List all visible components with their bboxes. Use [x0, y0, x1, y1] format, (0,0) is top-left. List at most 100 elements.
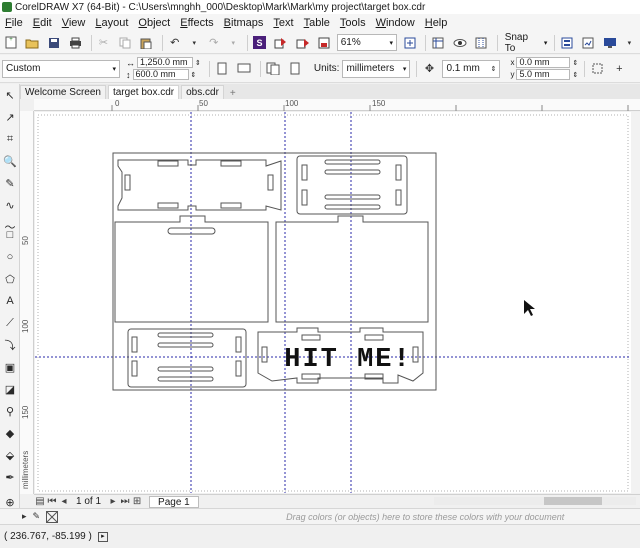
cut-icon[interactable]: ✂ [95, 34, 112, 52]
redo-dropdown-icon[interactable]: ▾ [226, 34, 240, 52]
spin-icon[interactable]: ⇕ [191, 71, 197, 79]
import-icon[interactable] [272, 34, 289, 52]
menu-edit[interactable]: Edit [28, 17, 57, 29]
horizontal-ruler[interactable]: 0 50 100 150 [34, 99, 640, 111]
first-page-icon[interactable]: ⏮ [46, 496, 58, 507]
redo-icon[interactable]: ↷ [205, 34, 222, 52]
palette-arrow-icon[interactable]: ▸ [22, 511, 27, 522]
spin-icon[interactable]: ⇕ [491, 65, 497, 73]
next-page-icon[interactable]: ▸ [107, 496, 119, 507]
menu-table[interactable]: Table [299, 17, 335, 29]
all-pages-icon[interactable] [264, 60, 282, 78]
box-panel-top-left[interactable] [117, 159, 282, 211]
options-icon[interactable] [558, 34, 575, 52]
add-page-icon[interactable]: ⊞ [131, 496, 143, 507]
menu-bitmaps[interactable]: Bitmaps [219, 17, 269, 29]
menu-tools[interactable]: Tools [335, 17, 371, 29]
scrollbar-thumb[interactable] [544, 497, 602, 505]
drawing-canvas[interactable]: HIT ME! [35, 112, 640, 493]
application-launcher-icon[interactable] [580, 34, 597, 52]
menu-object[interactable]: Object [133, 17, 175, 29]
menu-effects[interactable]: Effects [175, 17, 218, 29]
crop-tool-icon[interactable]: ⌗ [2, 131, 18, 147]
menu-file[interactable]: File [0, 17, 28, 29]
show-rulers-icon[interactable] [429, 34, 446, 52]
units-combo[interactable]: millimeters ▾ [342, 59, 411, 78]
current-page-icon[interactable] [286, 60, 304, 78]
duplicate-y-field[interactable]: 5.0 mm [516, 69, 571, 80]
drop-shadow-icon[interactable]: ▣ [2, 359, 18, 375]
add-icon[interactable]: + [610, 60, 628, 78]
launcher-monitor-icon[interactable] [601, 34, 618, 52]
eyedropper-icon[interactable]: ✎ [33, 511, 41, 522]
copy-icon[interactable] [116, 34, 133, 52]
outline-pen-icon[interactable]: ✒ [2, 469, 18, 485]
box-panel-middle-right[interactable] [275, 215, 429, 323]
page-height-field[interactable]: 600.0 mm [132, 69, 189, 80]
parallel-dimension-icon[interactable]: ⟋ [2, 315, 18, 331]
add-tab-icon[interactable]: + [226, 88, 240, 99]
undo-icon[interactable]: ↶ [166, 34, 183, 52]
document-tab[interactable]: target box.cdr [107, 85, 180, 99]
page-width-field[interactable]: 1,250.0 mm [137, 57, 193, 68]
ellipse-tool-icon[interactable]: ○ [2, 249, 18, 265]
horizontal-scrollbar[interactable] [434, 497, 636, 505]
status-arrow-icon[interactable]: ▸ [97, 531, 108, 542]
open-folder-icon[interactable] [23, 34, 40, 52]
portrait-icon[interactable] [213, 60, 231, 78]
export-icon[interactable] [294, 34, 311, 52]
zoom-level-combo[interactable]: 61% ▾ [336, 34, 398, 51]
show-grid-icon[interactable] [451, 34, 468, 52]
treat-as-filled-icon[interactable] [588, 60, 606, 78]
snap-to-dropdown[interactable]: Snap To ▾ [501, 32, 552, 54]
page-size-preset-combo[interactable]: Custom ▾ [2, 59, 120, 78]
document-navigator-icon[interactable]: ▤ [34, 496, 46, 507]
corel-connect-icon[interactable]: S [251, 34, 268, 52]
window-title: CorelDRAW X7 (64-Bit) - C:\Users\mnghh_0… [15, 1, 426, 13]
page-tab[interactable]: Page 1 [149, 495, 199, 508]
smart-fill-icon[interactable]: ∿ [2, 197, 18, 213]
color-eyedropper-icon[interactable]: ⚲ [2, 403, 18, 419]
spin-icon[interactable]: ⇕ [195, 59, 201, 67]
connector-tool-icon[interactable]: ⤵ [2, 337, 18, 353]
vertical-ruler[interactable]: 50 100 150 millimeters [20, 111, 34, 494]
pick-tool-icon[interactable]: ↖ [2, 87, 18, 103]
menu-text[interactable]: Text [268, 17, 298, 29]
document-tab[interactable]: Welcome Screen [20, 85, 106, 99]
freehand-tool-icon[interactable]: ✎ [2, 175, 18, 191]
menu-view[interactable]: View [57, 17, 91, 29]
save-icon[interactable] [45, 34, 62, 52]
launcher-dropdown-icon[interactable]: ▾ [623, 34, 637, 52]
previous-page-icon[interactable]: ◂ [58, 496, 70, 507]
text-tool-icon[interactable]: A [2, 293, 18, 309]
shape-tool-icon[interactable]: ↗ [2, 109, 18, 125]
interactive-fill-icon[interactable]: ◆ [2, 425, 18, 441]
menu-help[interactable]: Help [420, 17, 453, 29]
page-border [37, 114, 629, 492]
document-tab[interactable]: obs.cdr [181, 85, 224, 99]
duplicate-x-field[interactable]: 0.0 mm [516, 57, 571, 68]
transparency-tool-icon[interactable]: ◪ [2, 381, 18, 397]
undo-dropdown-icon[interactable]: ▾ [187, 34, 201, 52]
spin-icon[interactable]: ⇕ [572, 59, 578, 67]
box-panel-bottom-left[interactable] [127, 328, 247, 388]
zoom-tool-icon[interactable]: 🔍 [2, 153, 18, 169]
smart-fill-tool-icon[interactable]: ⬙ [2, 447, 18, 463]
paste-icon[interactable] [138, 34, 155, 52]
nudge-distance-field[interactable]: 0.1 mm ⇕ [442, 59, 501, 78]
print-icon[interactable] [66, 34, 83, 52]
new-document-icon[interactable]: + [2, 34, 19, 52]
publish-pdf-icon[interactable] [315, 34, 332, 52]
menu-window[interactable]: Window [371, 17, 420, 29]
no-color-swatch[interactable] [46, 510, 59, 523]
landscape-icon[interactable] [235, 60, 253, 78]
vertical-scrollbar[interactable] [631, 112, 640, 493]
show-guidelines-icon[interactable] [472, 34, 489, 52]
spin-icon[interactable]: ⇕ [572, 71, 578, 79]
hit-me-text[interactable]: HIT ME! [284, 345, 411, 375]
menu-layout[interactable]: Layout [90, 17, 133, 29]
last-page-icon[interactable]: ⏭ [119, 496, 131, 507]
polygon-tool-icon[interactable]: ⬠ [2, 271, 18, 287]
rectangle-tool-icon[interactable]: □ [2, 227, 18, 243]
full-screen-preview-icon[interactable] [401, 34, 418, 52]
